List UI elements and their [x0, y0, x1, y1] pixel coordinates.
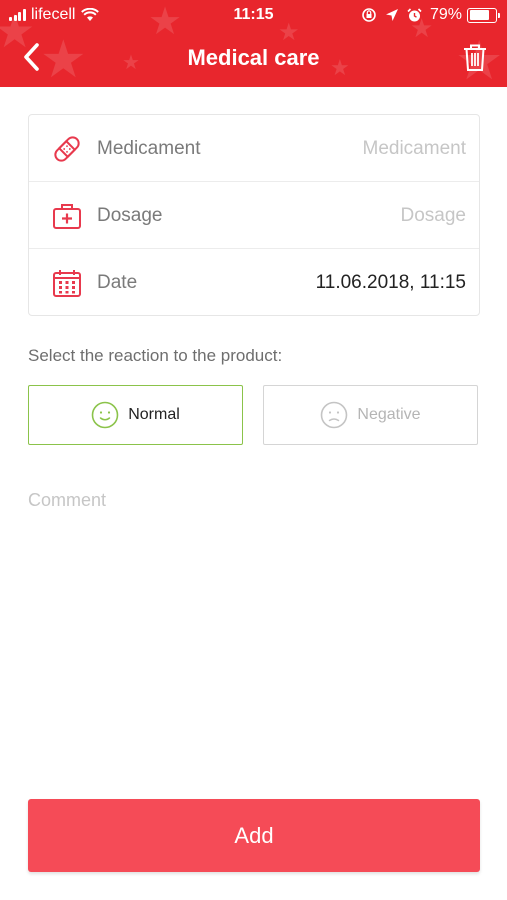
battery-percent: 79%	[429, 6, 462, 23]
reaction-normal-button[interactable]: Normal	[28, 385, 243, 445]
dosage-row[interactable]: Dosage Dosage	[29, 182, 479, 249]
frown-icon	[321, 401, 348, 429]
calendar-icon	[53, 270, 81, 297]
app-header: ★ ★ ★ ★ ★ ★ ★ ★ lifecell 11:15 79% Medic…	[0, 0, 507, 87]
status-right: 79%	[361, 6, 500, 24]
reaction-negative-button[interactable]: Negative	[263, 385, 478, 445]
reaction-prompt: Select the reaction to the product:	[28, 346, 283, 365]
bandage-icon	[54, 136, 80, 162]
date-value[interactable]: 11.06.2018, 11:15	[316, 272, 466, 294]
location-arrow-icon	[385, 9, 398, 21]
first-aid-kit-icon	[53, 204, 81, 229]
orientation-lock-icon	[362, 8, 376, 22]
trash-icon	[464, 44, 486, 71]
alarm-icon	[407, 7, 422, 21]
medicament-input[interactable]: Medicament	[363, 138, 467, 160]
dosage-label: Dosage	[97, 205, 163, 226]
smile-icon	[91, 401, 119, 429]
medicament-label: Medicament	[97, 138, 201, 159]
reaction-normal-label: Normal	[128, 406, 180, 423]
comment-field[interactable]	[28, 490, 480, 690]
date-label: Date	[97, 272, 138, 293]
page-title: Medical care	[187, 45, 320, 70]
delete-button[interactable]	[461, 42, 489, 72]
medication-form: Medicament Medicament Dosage Dosage Date…	[28, 114, 480, 316]
date-row[interactable]: Date 11.06.2018, 11:15	[29, 249, 479, 316]
battery-icon	[467, 7, 500, 23]
status-bar: lifecell 11:15 79%	[0, 0, 507, 30]
add-button[interactable]: Add	[28, 799, 480, 872]
reaction-negative-label: Negative	[357, 406, 421, 423]
battery-fill	[469, 10, 490, 20]
dosage-input[interactable]: Dosage	[401, 205, 467, 227]
medicament-row[interactable]: Medicament Medicament	[29, 115, 479, 182]
